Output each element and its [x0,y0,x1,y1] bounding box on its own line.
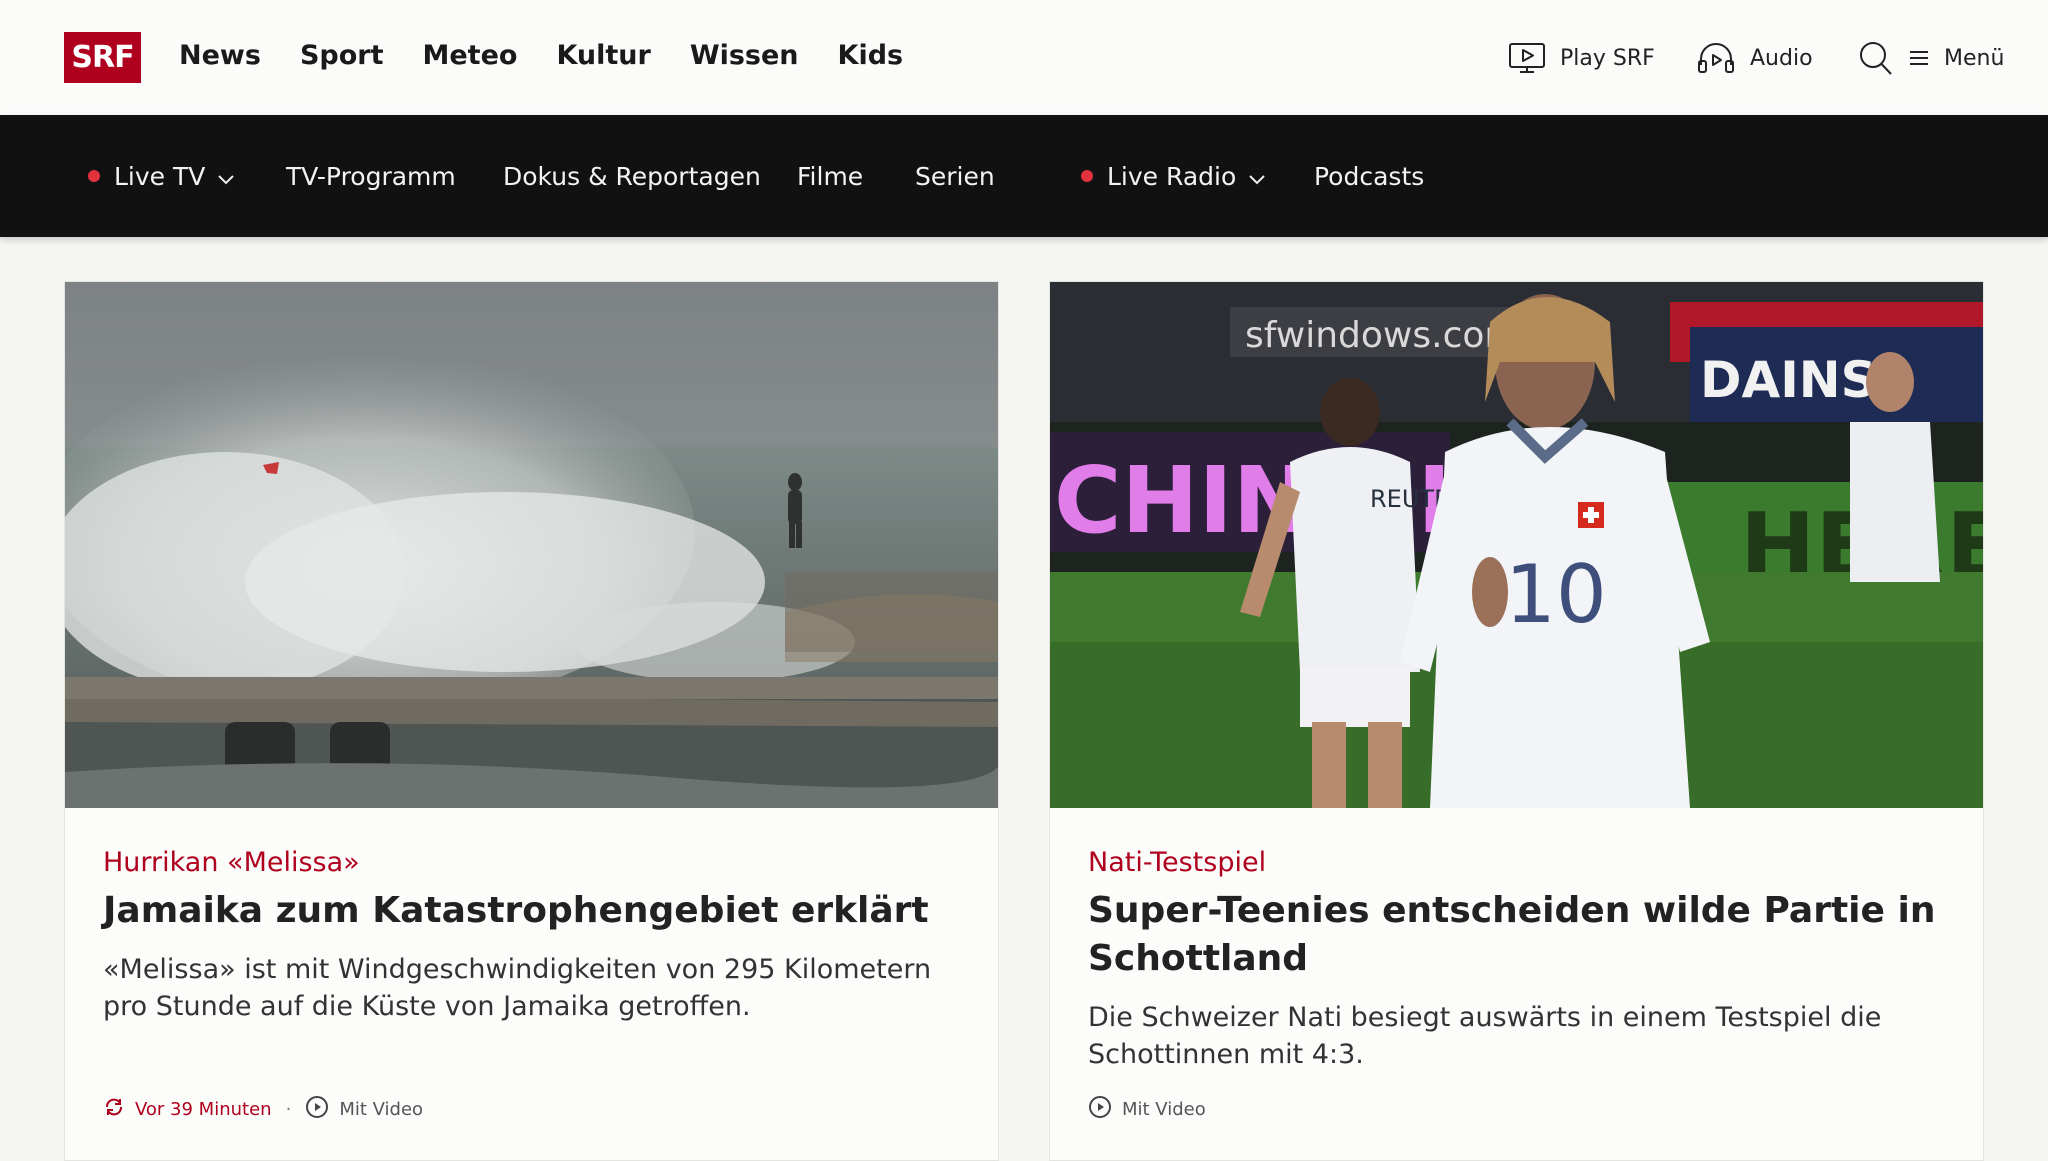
subnav-live-radio-label: Live Radio [1107,161,1237,191]
hamburger-icon [1908,48,1930,68]
subnav-live-tv[interactable]: Live TV [88,115,235,237]
srf-logo[interactable]: SRF [64,32,141,83]
subnav-live-tv-label: Live TV [114,161,206,191]
teaser-image-football[interactable]: sfwindows.com DAINS CHING I HERE R REUTE [1050,282,1983,808]
search-icon [1858,39,1894,77]
video-label: Mit Video [339,1099,424,1120]
subnav-serien[interactable]: Serien [915,115,995,237]
play-srf-label: Play SRF [1560,45,1655,71]
main-nav: News Sport Meteo Kultur Wissen Kids [179,36,942,76]
tv-play-icon [1508,41,1546,75]
play-srf-button[interactable]: Play SRF [1508,36,1655,80]
menu-label: Menü [1944,45,2005,71]
live-indicator [1081,170,1093,182]
board-text-dains: DAINS [1700,351,1877,409]
teaser-kicker: Hurrikan «Melissa» [103,847,360,878]
audio-button[interactable]: Audio [1696,36,1813,80]
subnav-live-radio[interactable]: Live Radio [1081,115,1266,237]
nav-sport[interactable]: Sport [300,36,384,76]
search-menu-button[interactable]: Menü [1858,36,2004,80]
subnav-podcasts[interactable]: Podcasts [1314,115,1424,237]
jersey-number: 10 [1505,548,1607,641]
play-circle-icon [305,1095,329,1124]
nav-news[interactable]: News [179,36,261,76]
teaser-text: Hurrikan «Melissa» Jamaika zum Katastrop… [103,845,963,1025]
subnav-dokus[interactable]: Dokus & Reportagen [503,115,761,237]
teaser-card-hurricane[interactable]: Hurrikan «Melissa» Jamaika zum Katastrop… [64,281,999,1161]
separator-dot: · [285,1099,292,1120]
nav-kultur[interactable]: Kultur [556,36,650,76]
chevron-down-icon [1248,162,1266,191]
teaser-image-waves[interactable] [65,282,998,808]
audio-label: Audio [1750,45,1813,71]
teaser-time: Vor 39 Minuten [135,1099,272,1120]
nav-meteo[interactable]: Meteo [422,36,517,76]
top-header: SRF News Sport Meteo Kultur Wissen Kids … [0,0,2048,115]
headphones-icon [1696,41,1736,75]
teaser-card-football[interactable]: sfwindows.com DAINS CHING I HERE R REUTE [1049,281,1984,1161]
board-text-sfwindows: sfwindows.com [1245,315,1519,356]
play-subnav: Live TV TV-Programm Dokus & Reportagen F… [0,115,2048,237]
teaser-lead: «Melissa» ist mit Windgeschwindigkeiten … [103,954,932,1022]
subnav-filme[interactable]: Filme [797,115,863,237]
teaser-meta: Mit Video [1088,1095,1206,1124]
video-label: Mit Video [1122,1099,1206,1120]
subnav-tv-programm[interactable]: TV-Programm [286,115,456,237]
nav-wissen[interactable]: Wissen [690,36,799,76]
teaser-kicker: Nati-Testspiel [1088,847,1267,878]
chevron-down-icon [217,162,235,191]
nav-kids[interactable]: Kids [838,36,904,76]
teaser-headline[interactable]: Super-Teenies entscheiden wilde Partie i… [1088,887,1948,983]
teaser-text: Nati-Testspiel Super-Teenies entscheiden… [1088,845,1948,1073]
teaser-lead: Die Schweizer Nati besiegt auswärts in e… [1088,1002,1882,1070]
teaser-meta: Vor 39 Minuten · Mit Video [103,1095,423,1124]
refresh-icon [103,1096,125,1123]
teaser-headline[interactable]: Jamaika zum Katastrophengebiet erklärt [103,887,963,935]
live-indicator [88,170,100,182]
play-circle-icon [1088,1095,1112,1124]
